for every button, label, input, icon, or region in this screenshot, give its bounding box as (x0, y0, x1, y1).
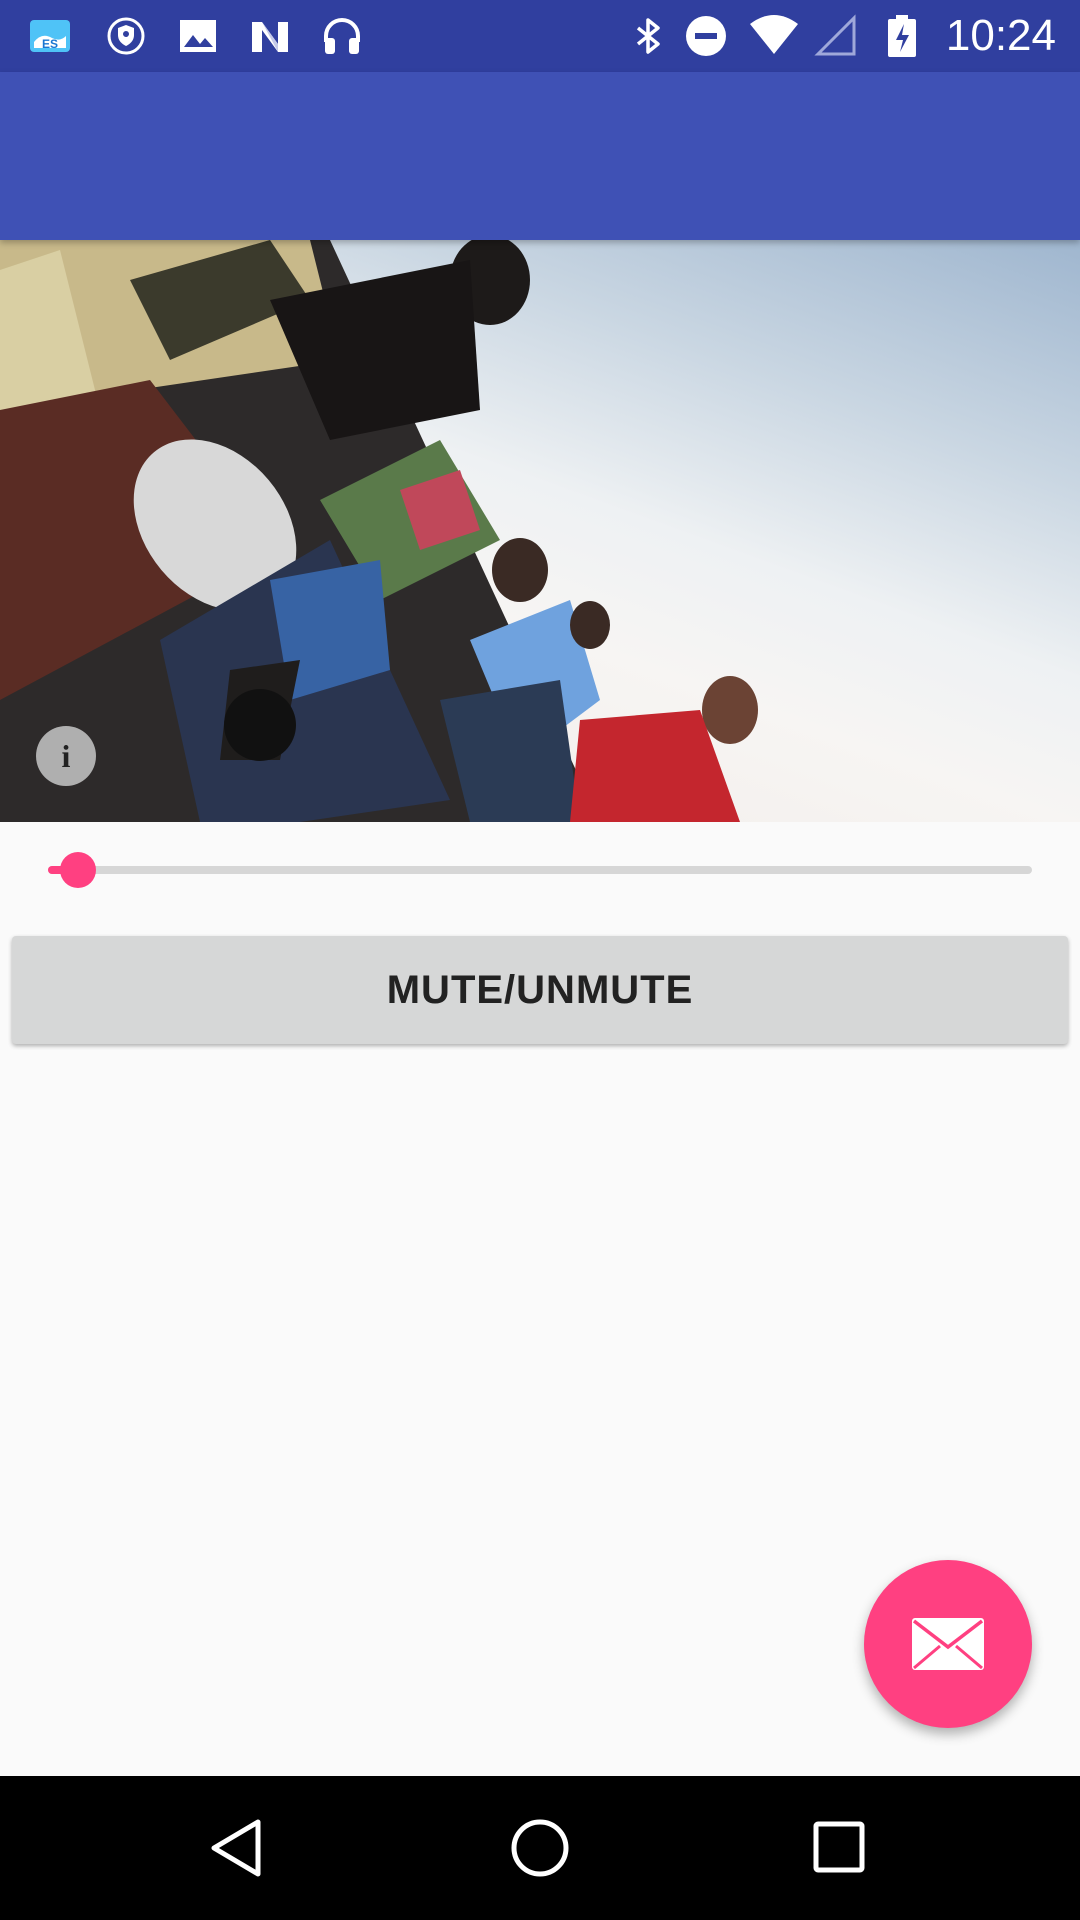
es-file-explorer-icon: ES (30, 20, 70, 52)
recents-icon[interactable] (804, 1812, 876, 1884)
seek-bar[interactable] (48, 852, 1032, 888)
headphones-icon (324, 18, 360, 54)
navigation-bar (0, 1776, 1080, 1920)
email-fab-button[interactable] (864, 1560, 1032, 1728)
app-bar (0, 72, 1080, 240)
seek-track (48, 866, 1032, 874)
seek-thumb[interactable] (59, 852, 96, 888)
do-not-disturb-icon (686, 16, 726, 56)
info-button[interactable]: i (36, 726, 96, 786)
svg-text:ES: ES (42, 37, 58, 51)
clock: 10:24 (945, 11, 1056, 60)
video-player[interactable]: i (0, 240, 1080, 822)
vpn-shield-icon (107, 17, 145, 55)
info-icon: i (61, 737, 71, 774)
mute-unmute-button[interactable]: MUTE/UNMUTE (12, 936, 1068, 1044)
bluetooth-icon (636, 18, 660, 54)
email-icon (912, 1618, 984, 1670)
wifi-icon (750, 15, 798, 54)
home-icon[interactable] (504, 1812, 576, 1884)
cell-signal-icon (814, 14, 856, 56)
battery-charging-icon (888, 15, 916, 57)
video-frame (0, 240, 758, 822)
image-icon (180, 20, 216, 52)
status-bar: ES 10:24 (0, 0, 1080, 72)
back-icon[interactable] (204, 1812, 276, 1884)
n-logo-icon (252, 22, 288, 52)
